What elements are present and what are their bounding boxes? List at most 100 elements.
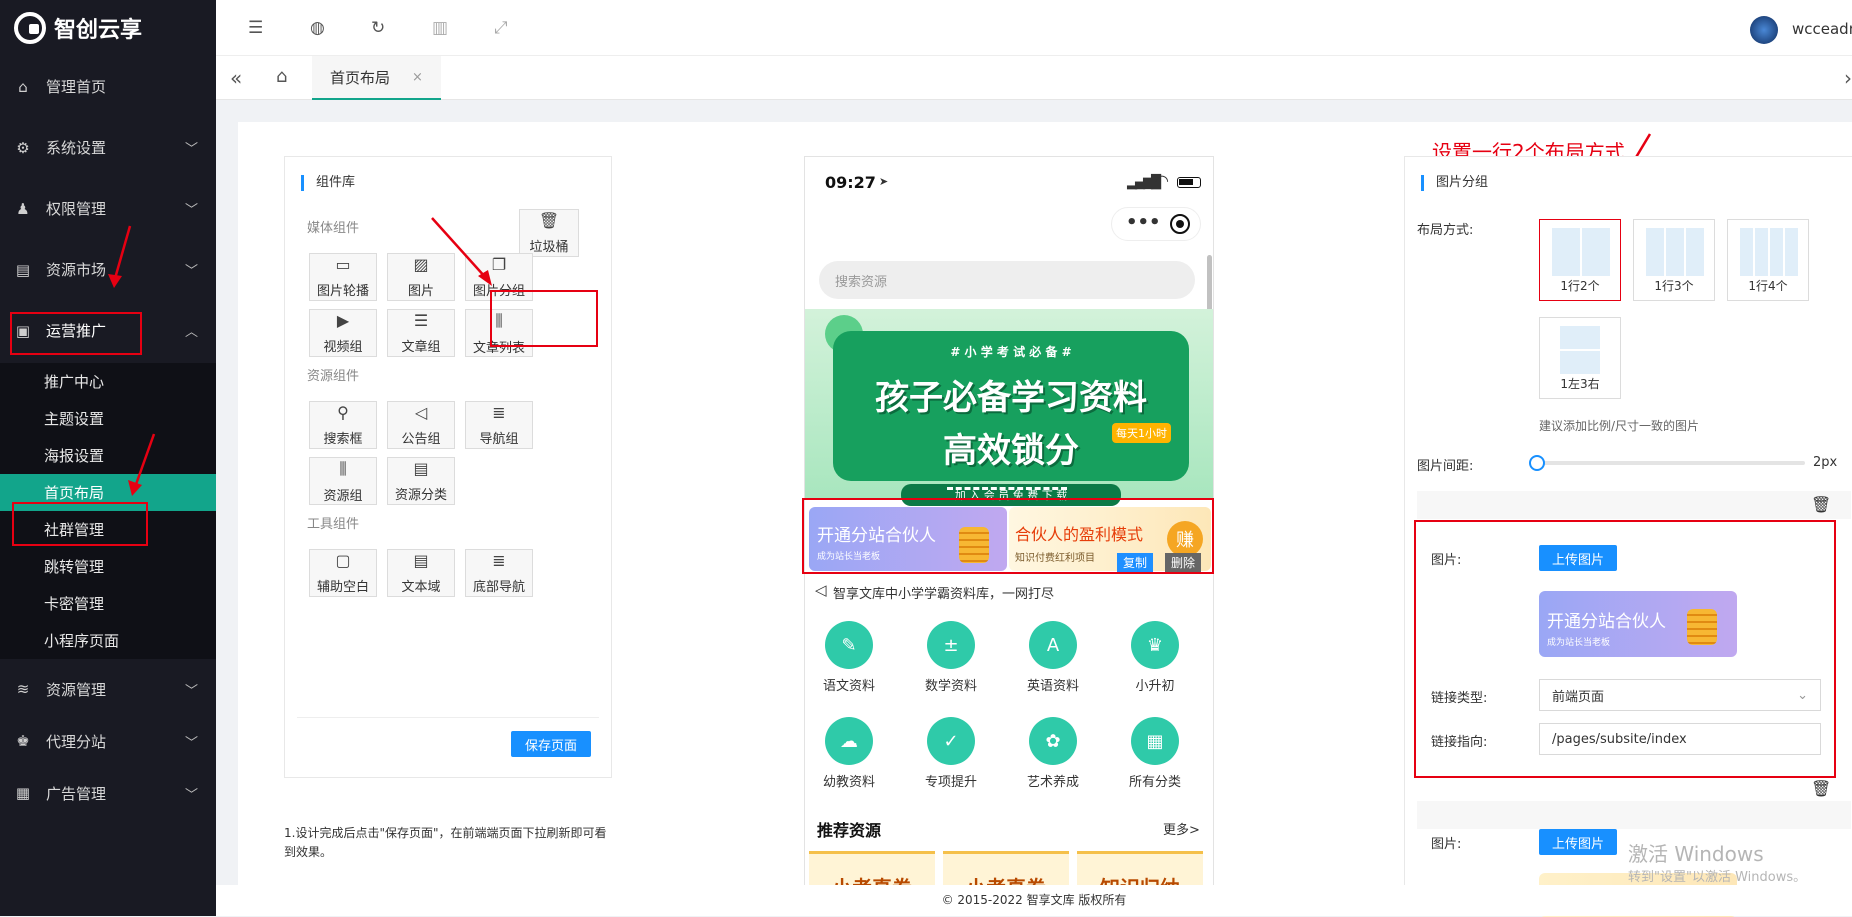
image-preview[interactable]: 开通分站合伙人 成为站长当老板: [1539, 591, 1737, 657]
component-2-0[interactable]: ▢ 辅助空白: [309, 549, 377, 597]
copy-button[interactable]: 复制: [1117, 553, 1154, 572]
layout-option-1[interactable]: 1行3个: [1633, 219, 1715, 301]
recommend-title: 推荐资源: [817, 821, 882, 840]
component-1-2[interactable]: ≣ 导航组: [465, 401, 533, 449]
delete-button[interactable]: 删除: [1165, 553, 1202, 572]
tab-bar: « ⌂ 首页布局 × ›: [216, 56, 1852, 100]
close-miniapp-icon[interactable]: [1170, 214, 1190, 234]
component-1-4[interactable]: ▤ 资源分类: [387, 457, 455, 505]
submenu-item-6[interactable]: 卡密管理: [0, 585, 216, 622]
brand-logo[interactable]: 智创云享: [0, 0, 216, 56]
sidebar-item-2[interactable]: ♟ 权限管理 ﹀: [0, 178, 216, 239]
preview-title: 开通分站合伙人: [1547, 612, 1666, 632]
layout-option-3[interactable]: 1左3右: [1539, 317, 1621, 399]
banner-carousel[interactable]: # 小 学 考 试 必 备 # 孩子必备学习资料 高效锁分 每天1小时 加 入 …: [805, 309, 1213, 506]
sidebar-bottom-item-2[interactable]: ▦ 广告管理 ﹀: [0, 767, 216, 819]
component-0-0[interactable]: ▭ 图片轮播: [309, 253, 377, 301]
upload-image-button[interactable]: 上传图片: [1539, 545, 1617, 571]
link-to-value: /pages/subsite/index: [1552, 731, 1687, 747]
sidebar-item-label: 代理分站: [46, 732, 107, 751]
sidebar-item-4[interactable]: ▣ 运营推广 ︿: [0, 300, 216, 361]
image-label: 图片:: [1431, 837, 1462, 852]
submenu-item-1[interactable]: 主题设置: [0, 400, 216, 437]
clear-cache-icon[interactable]: ▥: [432, 18, 448, 38]
tab-close-icon[interactable]: ×: [412, 70, 423, 85]
globe-icon[interactable]: ◍: [310, 18, 325, 38]
component-0-2[interactable]: ❐ 图片分组: [465, 253, 533, 301]
component-0-1[interactable]: ▨ 图片: [387, 253, 455, 301]
menu-toggle-icon[interactable]: ☰: [248, 18, 263, 38]
delete-item-icon[interactable]: 🗑: [1811, 779, 1831, 798]
submenu-item-3[interactable]: 首页布局: [0, 474, 216, 511]
link-to-input[interactable]: /pages/subsite/index: [1539, 723, 1821, 755]
tab-home-layout[interactable]: 首页布局 ×: [312, 56, 441, 100]
sidebar-item-0[interactable]: ⌂ 管理首页: [0, 56, 216, 117]
layout-option-2[interactable]: 1行4个: [1727, 219, 1809, 301]
sidebar-bottom-item-0[interactable]: ≋ 资源管理 ﹀: [0, 663, 216, 715]
user-name[interactable]: wcceadmin: [1792, 20, 1852, 38]
trash-label: 垃圾桶: [529, 240, 569, 255]
tab-label: 首页布局: [330, 68, 391, 87]
nav-grid-item-3[interactable]: ♛ 小升初: [1105, 621, 1205, 694]
tab-scroll-left-icon[interactable]: «: [230, 66, 242, 90]
nav-grid-item-1[interactable]: ± 数学资料: [901, 621, 1001, 694]
layout-label: 1左3右: [1560, 377, 1600, 391]
fullscreen-icon[interactable]: ⤢: [494, 18, 508, 38]
upload-image-button[interactable]: 上传图片: [1539, 829, 1617, 855]
layout-label: 1行2个: [1560, 279, 1600, 293]
home-tab-icon[interactable]: ⌂: [276, 66, 287, 87]
link-type-select[interactable]: 前端页面 ⌄: [1539, 679, 1821, 711]
chevron-down-icon: ﹀: [184, 735, 198, 751]
delete-item-icon[interactable]: 🗑: [1811, 495, 1831, 514]
coins-icon: [1687, 609, 1717, 645]
capsule-menu[interactable]: •••: [1111, 207, 1201, 241]
nav-grid-item-4[interactable]: ☁ 幼教资料: [805, 717, 899, 790]
submenu-item-0[interactable]: 推广中心: [0, 363, 216, 400]
store-icon: ▤: [15, 260, 31, 279]
nav-grid-item-0[interactable]: ✎ 语文资料: [805, 621, 899, 694]
nav-grid-item-2[interactable]: A 英语资料: [1003, 621, 1103, 694]
gap-slider[interactable]: [1529, 455, 1805, 471]
more-icon[interactable]: •••: [1126, 212, 1161, 233]
component-1-1[interactable]: ◁ 公告组: [387, 401, 455, 449]
sidebar-item-1[interactable]: ⚙ 系统设置 ﹀: [0, 117, 216, 178]
category-label: 英语资料: [1026, 679, 1079, 694]
promo-left-title: 开通分站合伙人: [817, 526, 936, 546]
component-1-0[interactable]: ⚲ 搜索框: [309, 401, 377, 449]
layout-option-0[interactable]: 1行2个: [1539, 219, 1621, 301]
component-2-1[interactable]: ▤ 文本域: [387, 549, 455, 597]
layout-cell: [1666, 228, 1684, 276]
promotion-icon: ▣: [15, 321, 31, 340]
layout-label: 1行4个: [1748, 279, 1788, 293]
gap-slider-thumb[interactable]: [1529, 455, 1545, 471]
component-label: 辅助空白: [316, 580, 369, 595]
nav-grid-item-5[interactable]: ✓ 专项提升: [901, 717, 1001, 790]
save-page-button[interactable]: 保存页面: [511, 731, 591, 757]
sidebar-bottom-item-1[interactable]: ♚ 代理分站 ﹀: [0, 715, 216, 767]
submenu-item-7[interactable]: 小程序页面: [0, 622, 216, 659]
agent-icon: ♚: [16, 732, 30, 750]
component-0-5[interactable]: ⫼ 文章列表: [465, 309, 533, 357]
component-2-2[interactable]: ≣ 底部导航: [465, 549, 533, 597]
nav-grid-item-6[interactable]: ✿ 艺术养成: [1003, 717, 1103, 790]
layout-cell: [1686, 228, 1704, 276]
nav-grid-item-7[interactable]: ▦ 所有分类: [1105, 717, 1205, 790]
component-0-3[interactable]: ▶ 视频组: [309, 309, 377, 357]
sidebar-item-3[interactable]: ▤ 资源市场 ﹀: [0, 239, 216, 300]
link-type-value: 前端页面: [1552, 689, 1605, 705]
avatar[interactable]: [1750, 16, 1778, 44]
category-label: 幼教资料: [822, 775, 875, 790]
tab-close-all-icon[interactable]: ›: [1844, 66, 1852, 90]
category-label: 语文资料: [822, 679, 875, 694]
promo-left-card[interactable]: 开通分站合伙人 成为站长当老板: [809, 507, 1007, 571]
sidebar-item-label: 资源市场: [46, 261, 107, 279]
submenu-item-4[interactable]: 社群管理: [0, 511, 216, 548]
search-input[interactable]: 搜索资源: [819, 261, 1195, 299]
trash-button[interactable]: 🗑 垃圾桶: [519, 209, 579, 257]
submenu-item-5[interactable]: 跳转管理: [0, 548, 216, 585]
component-1-3[interactable]: ⫼ 资源组: [309, 457, 377, 505]
submenu-item-2[interactable]: 海报设置: [0, 437, 216, 474]
refresh-icon[interactable]: ↻: [371, 18, 385, 38]
component-0-4[interactable]: ☰ 文章组: [387, 309, 455, 357]
recommend-more-link[interactable]: 更多>: [1163, 819, 1200, 838]
